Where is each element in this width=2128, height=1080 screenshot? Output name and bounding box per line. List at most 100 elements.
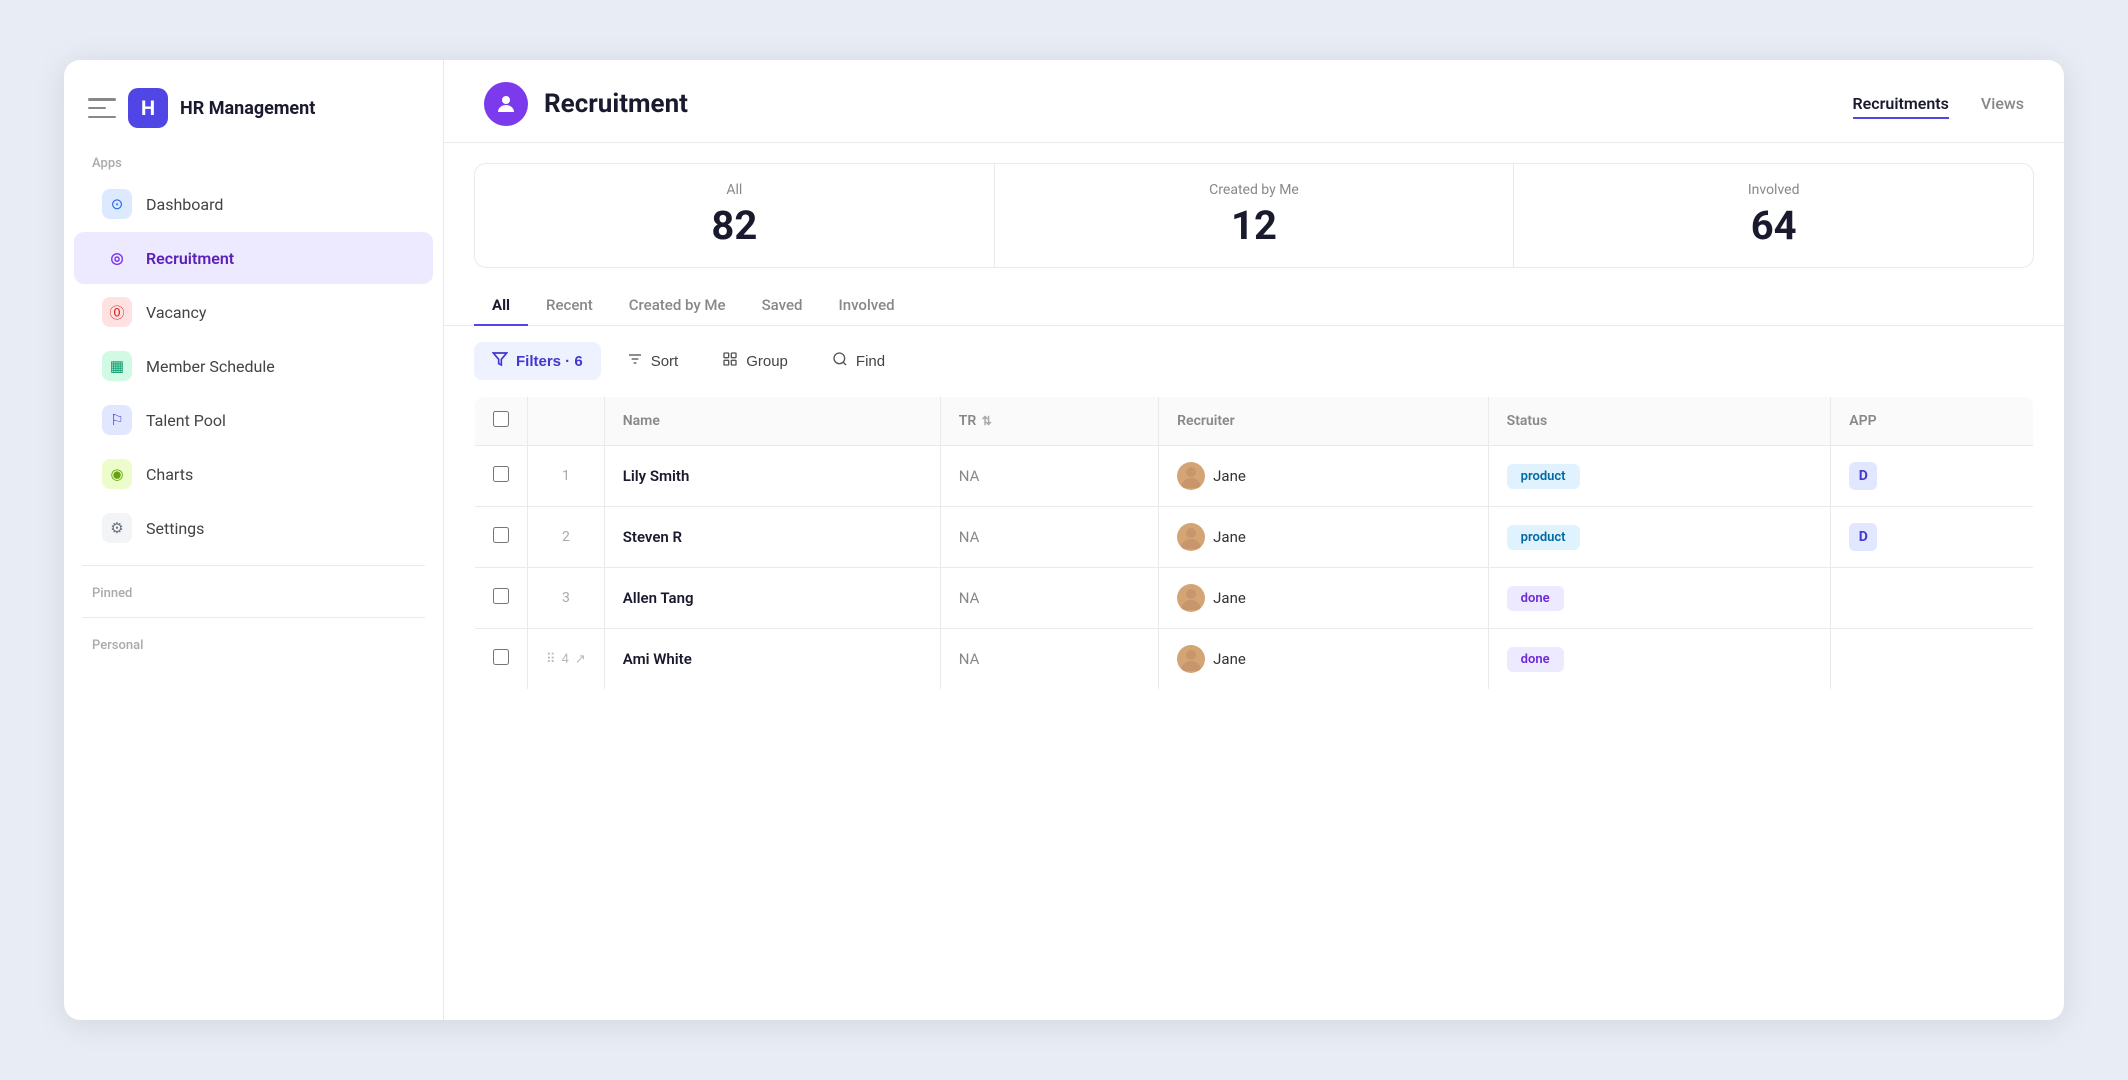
td-tr: NA: [940, 629, 1158, 690]
sidebar-item-talent-pool[interactable]: ⚐ Talent Pool: [74, 394, 433, 446]
row-checkbox[interactable]: [493, 466, 509, 482]
sort-arrows-icon: ⇅: [982, 414, 992, 428]
find-icon: [832, 351, 848, 371]
table-row: 3 Allen Tang NA Jane: [475, 568, 2034, 629]
sort-label: Sort: [651, 353, 679, 370]
stat-involved-label: Involved: [1748, 182, 1800, 198]
sidebar-item-settings[interactable]: ⚙ Settings: [74, 502, 433, 554]
tr-value: NA: [959, 467, 980, 485]
app-badge: D: [1849, 462, 1877, 490]
filter-button[interactable]: Filters · 6: [474, 342, 601, 380]
recruiter-cell: Jane: [1177, 645, 1470, 673]
settings-icon: ⚙: [102, 513, 132, 543]
td-name: Steven R: [604, 507, 940, 568]
sort-icon: [627, 351, 643, 371]
sort-button[interactable]: Sort: [609, 342, 697, 380]
section-apps-label: Apps: [64, 146, 443, 177]
recruiter-name: Jane: [1213, 589, 1246, 607]
td-name: Lily Smith: [604, 446, 940, 507]
tab-involved[interactable]: Involved: [821, 286, 913, 326]
top-header: Recruitment Recruitments Views: [444, 60, 2064, 143]
status-badge: done: [1507, 647, 1564, 672]
select-all-checkbox[interactable]: [493, 411, 509, 427]
recruiter-cell: Jane: [1177, 584, 1470, 612]
sidebar-item-label: Dashboard: [146, 195, 223, 214]
td-status: product: [1488, 507, 1831, 568]
td-checkbox[interactable]: [475, 507, 528, 568]
sidebar-item-label: Settings: [146, 519, 204, 538]
tab-all[interactable]: All: [474, 286, 528, 326]
td-row-num: 3: [528, 568, 605, 629]
app-badge: D: [1849, 523, 1877, 551]
stat-all[interactable]: All 82: [475, 164, 995, 267]
td-checkbox[interactable]: [475, 568, 528, 629]
expand-icon[interactable]: ↗: [575, 652, 586, 667]
find-label: Find: [856, 353, 885, 370]
group-button[interactable]: Group: [704, 342, 806, 380]
tr-value: NA: [959, 589, 980, 607]
talent-pool-icon: ⚐: [102, 405, 132, 435]
td-name: Ami White: [604, 629, 940, 690]
dashboard-icon: ⊙: [102, 189, 132, 219]
td-recruiter: Jane: [1159, 446, 1489, 507]
td-app: D: [1831, 507, 2034, 568]
drag-handle-icon[interactable]: ⠿: [546, 652, 556, 667]
sidebar-item-recruitment[interactable]: ◎ Recruitment: [74, 232, 433, 284]
sidebar: H HR Management Apps ⊙ Dashboard ◎ Recru…: [64, 60, 444, 1020]
tab-saved[interactable]: Saved: [744, 286, 821, 326]
table-row: 1 Lily Smith NA Jane: [475, 446, 2034, 507]
header-nav-recruitments[interactable]: Recruitments: [1853, 90, 1949, 119]
member-schedule-icon: ▦: [102, 351, 132, 381]
th-checkbox: [475, 397, 528, 446]
row-checkbox[interactable]: [493, 649, 509, 665]
sidebar-item-member-schedule[interactable]: ▦ Member Schedule: [74, 340, 433, 392]
stat-created-by-me[interactable]: Created by Me 12: [995, 164, 1515, 267]
sidebar-item-charts[interactable]: ◉ Charts: [74, 448, 433, 500]
group-label: Group: [746, 353, 788, 370]
table-row: 2 Steven R NA Jane: [475, 507, 2034, 568]
sidebar-divider-2: [82, 617, 425, 618]
td-checkbox[interactable]: [475, 446, 528, 507]
recruiter-name: Jane: [1213, 650, 1246, 668]
tr-value: NA: [959, 650, 980, 668]
stat-involved-value: 64: [1751, 202, 1797, 249]
candidate-name: Allen Tang: [623, 589, 694, 607]
hamburger-icon[interactable]: [88, 98, 116, 118]
table-container: Name TR ⇅ Recruiter Status APP: [444, 396, 2064, 1020]
td-checkbox[interactable]: [475, 629, 528, 690]
table-body: 1 Lily Smith NA Jane: [475, 446, 2034, 690]
stat-involved[interactable]: Involved 64: [1514, 164, 2033, 267]
status-badge: product: [1507, 464, 1580, 489]
header-nav-views[interactable]: Views: [1981, 90, 2024, 119]
app-title: HR Management: [180, 98, 315, 119]
sidebar-item-label: Member Schedule: [146, 357, 275, 376]
td-row-num: 2: [528, 507, 605, 568]
candidate-name: Lily Smith: [623, 467, 690, 485]
td-status: done: [1488, 568, 1831, 629]
td-tr: NA: [940, 507, 1158, 568]
avatar: [1177, 462, 1205, 490]
td-app: D: [1831, 446, 2034, 507]
stat-created-label: Created by Me: [1209, 182, 1299, 198]
th-tr[interactable]: TR ⇅: [940, 397, 1158, 446]
row-actions: ⠿ 4 ↗: [546, 652, 586, 667]
toolbar: Filters · 6 Sort: [444, 326, 2064, 396]
table-row: ⠿ 4 ↗ Ami White NA: [475, 629, 2034, 690]
td-tr: NA: [940, 446, 1158, 507]
row-checkbox[interactable]: [493, 588, 509, 604]
th-name[interactable]: Name: [604, 397, 940, 446]
page-icon: [484, 82, 528, 126]
tab-recent[interactable]: Recent: [528, 286, 611, 326]
row-checkbox[interactable]: [493, 527, 509, 543]
tab-created-by-me[interactable]: Created by Me: [611, 286, 744, 326]
td-recruiter: Jane: [1159, 568, 1489, 629]
charts-icon: ◉: [102, 459, 132, 489]
sidebar-item-label: Talent Pool: [146, 411, 226, 430]
td-recruiter: Jane: [1159, 629, 1489, 690]
status-badge: product: [1507, 525, 1580, 550]
filter-icon: [492, 351, 508, 371]
sidebar-item-dashboard[interactable]: ⊙ Dashboard: [74, 178, 433, 230]
find-button[interactable]: Find: [814, 342, 903, 380]
sidebar-item-vacancy[interactable]: ⓪ Vacancy: [74, 286, 433, 338]
td-recruiter: Jane: [1159, 507, 1489, 568]
